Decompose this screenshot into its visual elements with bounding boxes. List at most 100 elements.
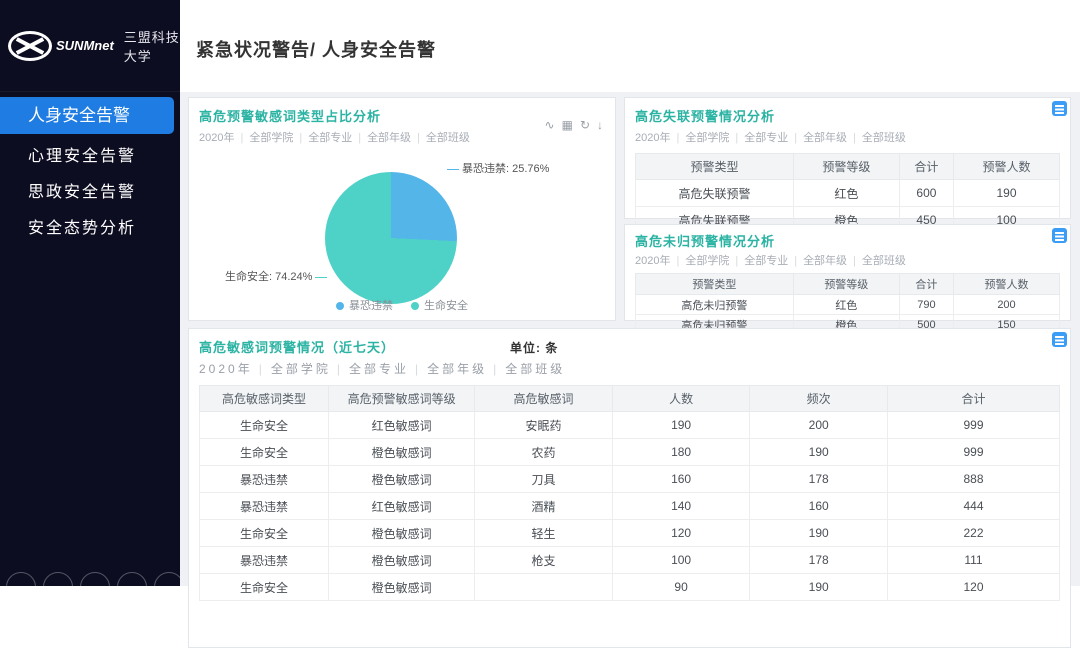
table-cell: 999 bbox=[887, 439, 1059, 466]
legend-item[interactable]: 暴恐违禁 bbox=[336, 300, 393, 312]
sunmnet-logo-icon bbox=[8, 31, 52, 61]
table-cell: 高危未归预警 bbox=[636, 295, 794, 315]
sidebar-item[interactable]: 安全态势分析 bbox=[0, 211, 180, 247]
table-cell: 暴恐违禁 bbox=[200, 547, 329, 574]
legend-label: 暴恐违禁 bbox=[349, 300, 393, 312]
unit-label: 单位: 条 bbox=[510, 339, 558, 356]
column-header: 合计 bbox=[887, 386, 1059, 412]
table-cell: 190 bbox=[750, 439, 888, 466]
table-row: 生命安全橙色敏感词农药180190999 bbox=[200, 439, 1060, 466]
column-header: 预警等级 bbox=[793, 154, 899, 180]
table-cell: 160 bbox=[750, 493, 888, 520]
filter-item[interactable]: 全部年级 bbox=[427, 362, 487, 376]
column-header: 预警人数 bbox=[953, 154, 1059, 180]
chart-toolbar: ∿ ▦ ↻ ↓ bbox=[538, 118, 603, 132]
filter-separator: | bbox=[853, 255, 856, 267]
column-header: 合计 bbox=[899, 154, 953, 180]
label-tick bbox=[315, 277, 327, 278]
table-cell: 红色敏感词 bbox=[329, 493, 475, 520]
table-cell: 红色 bbox=[793, 180, 899, 207]
table-cell: 999 bbox=[887, 412, 1059, 439]
refresh-icon[interactable]: ↻ bbox=[580, 118, 590, 132]
table-cell: 160 bbox=[612, 466, 750, 493]
pie-panel: 高危预警敏感词类型占比分析 2020年|全部学院|全部专业|全部年级|全部班级 … bbox=[188, 97, 616, 321]
table-cell: 178 bbox=[750, 547, 888, 574]
filter-item[interactable]: 全部班级 bbox=[862, 132, 906, 144]
topbar: 紧急状况警告/ 人身安全告警 bbox=[180, 0, 1080, 92]
table-icon[interactable]: ▦ bbox=[562, 118, 573, 132]
menu-icon[interactable] bbox=[1052, 332, 1067, 347]
filter-item[interactable]: 2020年 bbox=[199, 362, 253, 376]
table-row: 生命安全红色敏感词安眠药190200999 bbox=[200, 412, 1060, 439]
logo-brand: SUNMnet bbox=[56, 38, 114, 53]
sidebar-item[interactable]: 人身安全告警 bbox=[0, 97, 174, 134]
table-cell: 红色敏感词 bbox=[329, 412, 475, 439]
filter-item[interactable]: 全部专业 bbox=[349, 362, 409, 376]
filter-separator: | bbox=[735, 255, 738, 267]
filter-item[interactable]: 全部班级 bbox=[862, 255, 906, 267]
table-cell: 生命安全 bbox=[200, 520, 329, 547]
table-cell: 暴恐违禁 bbox=[200, 493, 329, 520]
table-cell: 200 bbox=[953, 295, 1059, 315]
table-cell: 790 bbox=[899, 295, 953, 315]
filter-item[interactable]: 全部学院 bbox=[685, 255, 729, 267]
legend-item[interactable]: 生命安全 bbox=[411, 300, 468, 312]
table-cell: 橙色敏感词 bbox=[329, 574, 475, 601]
filter-separator: | bbox=[676, 255, 679, 267]
table-cell: 暴恐违禁 bbox=[200, 466, 329, 493]
line-chart-icon[interactable]: ∿ bbox=[545, 118, 555, 132]
keywords-panel-filters: 2020年|全部学院|全部专业|全部年级|全部班级 bbox=[199, 360, 1060, 377]
menu-icon[interactable] bbox=[1052, 228, 1067, 243]
filter-item[interactable]: 全部专业 bbox=[744, 255, 788, 267]
table-row: 暴恐违禁红色敏感词酒精140160444 bbox=[200, 493, 1060, 520]
filter-item[interactable]: 2020年 bbox=[635, 255, 670, 267]
table-cell: 178 bbox=[750, 466, 888, 493]
download-icon[interactable]: ↓ bbox=[597, 118, 603, 132]
table-cell: 橙色敏感词 bbox=[329, 547, 475, 574]
filter-item[interactable]: 全部专业 bbox=[308, 132, 352, 144]
label-tick bbox=[447, 169, 459, 170]
filter-separator: | bbox=[853, 132, 856, 144]
menu-icon[interactable] bbox=[1052, 101, 1067, 116]
filter-separator: | bbox=[794, 255, 797, 267]
notreturn-panel-filters: 2020年 | 全部学院 | 全部专业 | 全部年级 | 全部班级 bbox=[635, 252, 1060, 268]
column-header: 预警人数 bbox=[953, 274, 1059, 295]
filter-item[interactable]: 全部学院 bbox=[249, 132, 293, 144]
table-cell: 100 bbox=[612, 547, 750, 574]
table-cell: 190 bbox=[750, 574, 888, 601]
pie-legend: 暴恐违禁 生命安全 bbox=[189, 297, 615, 313]
table-cell: 高危失联预警 bbox=[636, 180, 794, 207]
table-row: 高危失联预警红色600190 bbox=[636, 180, 1060, 207]
filter-item[interactable]: 全部班级 bbox=[426, 132, 470, 144]
filter-item[interactable]: 2020年 bbox=[635, 132, 670, 144]
filter-item[interactable]: 全部学院 bbox=[271, 362, 331, 376]
sidebar: SUNMnet 三盟科技大学 学业管理服务生活管理服务异常状态预警紧急状况警告人… bbox=[0, 0, 180, 586]
filter-separator: | bbox=[676, 132, 679, 144]
filter-item[interactable]: 全部班级 bbox=[505, 362, 565, 376]
table-cell: 橙色敏感词 bbox=[329, 520, 475, 547]
table-cell: 222 bbox=[887, 520, 1059, 547]
table-row: 生命安全橙色敏感词90190120 bbox=[200, 574, 1060, 601]
sidebar-item[interactable]: 思政安全告警 bbox=[0, 175, 180, 211]
table-cell: 120 bbox=[887, 574, 1059, 601]
table-cell: 酒精 bbox=[475, 493, 613, 520]
filter-item[interactable]: 全部年级 bbox=[803, 132, 847, 144]
column-header: 频次 bbox=[750, 386, 888, 412]
sidebar-item[interactable]: 心理安全告警 bbox=[0, 139, 180, 175]
pie-chart[interactable] bbox=[325, 172, 457, 304]
keywords-table: 高危敏感词类型高危预警敏感词等级高危敏感词人数频次合计生命安全红色敏感词安眠药1… bbox=[199, 385, 1060, 601]
filter-item[interactable]: 2020年 bbox=[199, 132, 234, 144]
filter-separator: | bbox=[299, 132, 302, 144]
table-cell: 90 bbox=[612, 574, 750, 601]
filter-item[interactable]: 全部年级 bbox=[803, 255, 847, 267]
filter-item[interactable]: 全部学院 bbox=[685, 132, 729, 144]
filter-item[interactable]: 全部年级 bbox=[367, 132, 411, 144]
legend-dot bbox=[336, 302, 344, 310]
table-cell: 444 bbox=[887, 493, 1059, 520]
notreturn-panel-title: 高危未归预警情况分析 bbox=[635, 231, 1060, 250]
main-content: 紧急状况警告/ 人身安全告警 高危预警敏感词类型占比分析 2020年|全部学院|… bbox=[180, 0, 1080, 586]
filter-separator: | bbox=[417, 132, 420, 144]
filter-separator: | bbox=[493, 362, 499, 376]
missing-panel-filters: 2020年|全部学院|全部专业|全部年级|全部班级 bbox=[635, 129, 1060, 145]
filter-item[interactable]: 全部专业 bbox=[744, 132, 788, 144]
